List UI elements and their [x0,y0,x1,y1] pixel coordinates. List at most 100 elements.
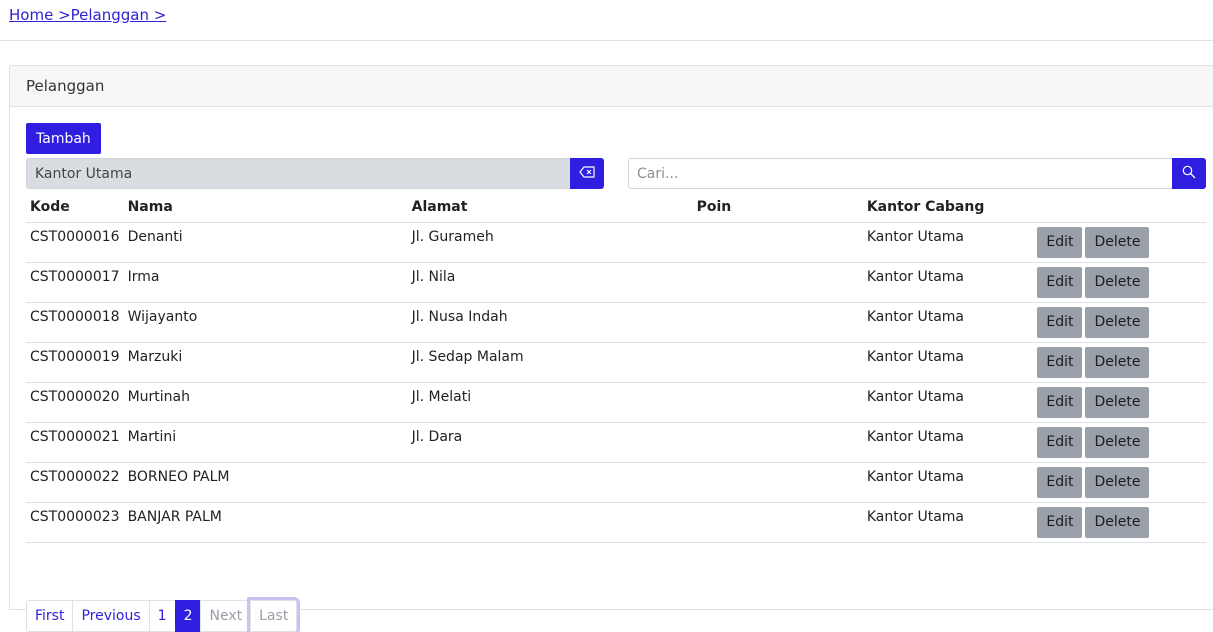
header-actions [1033,193,1206,223]
table-row: CST0000019 Marzuki Jl. Sedap Malam Kantor U… [26,342,1206,383]
cell-alamat: Jl. Nusa Indah [407,302,693,343]
cell-kode: CST0000021 [26,422,124,463]
search-input[interactable]: Cari... [628,158,1172,189]
edit-button[interactable]: Edit [1037,466,1083,498]
header-kode: Kode [26,193,124,223]
page-last[interactable]: Last [247,597,301,632]
cell-poin [692,422,863,463]
breadcrumb-home[interactable]: Home > [9,6,71,24]
cell-kode: CST0000017 [26,262,124,303]
page-next[interactable]: Next [200,600,252,632]
header-nama: Nama [123,193,408,223]
delete-button[interactable]: Delete [1085,386,1150,418]
cell-cabang: Kantor Utama [862,502,1034,543]
cell-nama: BORNEO PALM [123,462,408,503]
cell-nama: Wijayanto [123,302,408,343]
row-actions: Edit Delete [1033,382,1206,423]
cell-poin [692,262,863,303]
row-actions: Edit Delete [1033,462,1206,503]
cell-poin [692,382,863,423]
delete-button[interactable]: Delete [1085,346,1150,378]
cell-kode: CST0000016 [26,222,124,263]
table-row: CST0000020 Murtinah Jl. Melati Kantor Utama… [26,382,1206,423]
row-actions: Edit Delete [1033,262,1206,303]
row-actions: Edit Delete [1033,502,1206,543]
cell-cabang: Kantor Utama [862,462,1034,503]
cell-nama: Marzuki [123,342,408,383]
breadcrumb-pelanggan[interactable]: Pelanggan > [71,6,167,24]
search-group: Cari... [628,158,1206,189]
header-alamat: Alamat [407,193,693,223]
page-first[interactable]: First [26,600,74,632]
header-kantor-cabang: Kantor Cabang [862,193,1034,223]
row-actions: Edit Delete [1033,302,1206,343]
cell-nama: Denanti [123,222,408,263]
cell-cabang: Kantor Utama [862,422,1034,463]
cell-alamat [407,462,693,503]
delete-button[interactable]: Delete [1085,226,1150,258]
cell-kode: CST0000023 [26,502,124,543]
delete-button[interactable]: Delete [1085,426,1150,458]
edit-button[interactable]: Edit [1037,266,1083,298]
cell-poin [692,222,863,263]
cell-kode: CST0000020 [26,382,124,423]
cell-poin [692,342,863,383]
delete-button[interactable]: Delete [1085,266,1150,298]
cell-nama: Martini [123,422,408,463]
header-poin: Poin [692,193,863,223]
cell-nama: Murtinah [123,382,408,423]
branch-field[interactable]: Kantor Utama [26,158,570,189]
cell-kode: CST0000019 [26,342,124,383]
cell-alamat: Jl. Gurameh [407,222,693,263]
row-actions: Edit Delete [1033,342,1206,383]
delete-button[interactable]: Delete [1085,466,1150,498]
row-actions: Edit Delete [1033,222,1206,263]
table-row: CST0000016 Denanti Jl. Gurameh Kantor Utama… [26,222,1206,263]
branch-filter-group: Kantor Utama [26,158,604,189]
filters: Kantor Utama Cari... [26,158,1211,189]
cell-kode: CST0000018 [26,302,124,343]
page-2[interactable]: 2 [174,600,202,632]
cell-cabang: Kantor Utama [862,342,1034,383]
cell-poin [692,462,863,503]
card-body: Tambah Kantor Utama Cari... Kode Nama Al… [10,107,1213,632]
cell-cabang: Kantor Utama [862,262,1034,303]
cell-cabang: Kantor Utama [862,382,1034,423]
cell-nama: BANJAR PALM [123,502,408,543]
pagination: First Previous 1 2 Next Last [26,597,301,632]
customer-table: Kode Nama Alamat Poin Kantor Cabang CST0… [26,193,1206,543]
cell-alamat: Jl. Dara [407,422,693,463]
backspace-icon [579,165,595,182]
topbar: Home >Pelanggan > [0,0,1213,41]
clear-branch-button[interactable] [570,158,604,189]
customer-card: Pelanggan Tambah Kantor Utama Cari... Ko… [9,65,1213,632]
table-row: CST0000018 Wijayanto Jl. Nusa Indah Kantor … [26,302,1206,343]
cell-cabang: Kantor Utama [862,222,1034,263]
cell-kode: CST0000022 [26,462,124,503]
cell-alamat: Jl. Sedap Malam [407,342,693,383]
card-title: Pelanggan [26,77,105,95]
edit-button[interactable]: Edit [1037,426,1083,458]
edit-button[interactable]: Edit [1037,226,1083,258]
add-button[interactable]: Tambah [26,123,101,154]
card-header: Pelanggan [10,66,1213,107]
cell-alamat [407,502,693,543]
search-icon [1182,165,1196,183]
page-1[interactable]: 1 [148,600,176,632]
cell-poin [692,302,863,343]
edit-button[interactable]: Edit [1037,386,1083,418]
edit-button[interactable]: Edit [1037,506,1083,538]
search-button[interactable] [1172,158,1206,189]
delete-button[interactable]: Delete [1085,506,1150,538]
table-row: CST0000021 Martini Jl. Dara Kantor Utama Edi… [26,422,1206,463]
table-header-row: Kode Nama Alamat Poin Kantor Cabang [26,193,1206,223]
cell-alamat: Jl. Melati [407,382,693,423]
delete-button[interactable]: Delete [1085,306,1150,338]
cell-poin [692,502,863,543]
table-row: CST0000023 BANJAR PALM Kantor Utama Edit Del… [26,502,1206,543]
cell-alamat: Jl. Nila [407,262,693,303]
edit-button[interactable]: Edit [1037,346,1083,378]
table-row: CST0000022 BORNEO PALM Kantor Utama Edit Del… [26,462,1206,503]
page-previous[interactable]: Previous [72,600,150,632]
edit-button[interactable]: Edit [1037,306,1083,338]
